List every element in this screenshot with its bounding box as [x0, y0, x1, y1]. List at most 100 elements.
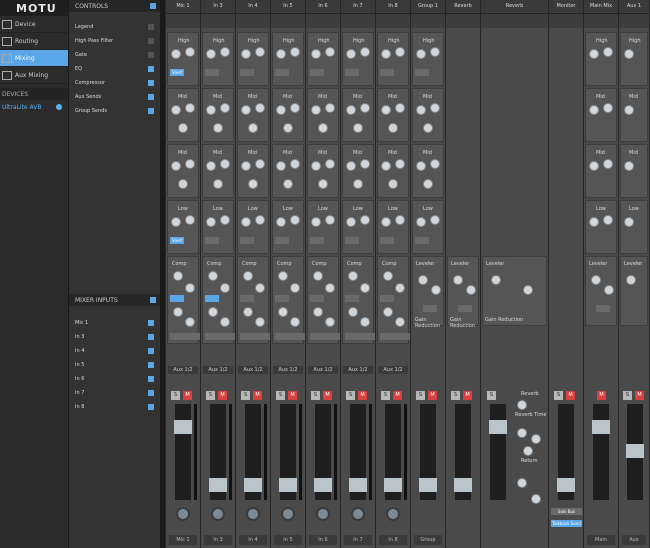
gain-knob[interactable] [276, 161, 286, 171]
thresh-knob[interactable] [208, 271, 218, 281]
mute-button[interactable]: M [635, 391, 644, 400]
fader-cap[interactable] [279, 478, 297, 492]
q-knob[interactable] [353, 179, 363, 189]
gain-knob[interactable] [346, 49, 356, 59]
checkbox-icon[interactable] [148, 348, 154, 354]
q-knob[interactable] [248, 123, 258, 133]
shelf-button[interactable]: Shelf [170, 69, 184, 76]
q-knob[interactable] [283, 179, 293, 189]
freq-knob[interactable] [255, 215, 265, 225]
main-fader[interactable] [592, 404, 610, 500]
input-mic-1[interactable]: Mic 1 [69, 316, 160, 330]
checkbox-icon[interactable] [148, 404, 154, 410]
mute-button[interactable]: M [393, 391, 402, 400]
freq-knob[interactable] [325, 215, 335, 225]
controls-toggle-icon[interactable] [150, 3, 156, 9]
freq-knob[interactable] [603, 103, 613, 113]
attack-knob[interactable] [383, 307, 393, 317]
ratio-knob[interactable] [395, 283, 405, 293]
gain-knob[interactable] [416, 49, 426, 59]
gain-knob[interactable] [241, 49, 251, 59]
volume-fader[interactable] [349, 404, 367, 500]
pan-knob[interactable] [246, 507, 260, 521]
gain-knob[interactable] [241, 161, 251, 171]
gain-knob[interactable] [241, 105, 251, 115]
freq-knob[interactable] [325, 159, 335, 169]
pan-knob[interactable] [281, 507, 295, 521]
freq-knob[interactable] [290, 47, 300, 57]
reverb-return-fader[interactable] [489, 404, 507, 500]
solo-button[interactable]: S [241, 391, 250, 400]
mute-button[interactable]: M [218, 391, 227, 400]
input-in-3[interactable]: In 3 [69, 330, 160, 344]
input-in-4[interactable]: In 4 [69, 344, 160, 358]
control-eq[interactable]: EQ [69, 62, 160, 76]
gain-knob[interactable] [276, 105, 286, 115]
freq-knob[interactable] [603, 159, 613, 169]
reduction-knob[interactable] [523, 285, 533, 295]
shelf-button[interactable] [345, 237, 359, 244]
pan-knob[interactable] [386, 507, 400, 521]
input-in-8[interactable]: In 8 [69, 400, 160, 414]
freq-knob[interactable] [325, 47, 335, 57]
inputs-toggle-icon[interactable] [150, 297, 156, 303]
freq-knob[interactable] [185, 215, 195, 225]
gain-knob[interactable] [624, 217, 634, 227]
solo-button[interactable]: S [346, 391, 355, 400]
comp-enable-button[interactable] [310, 295, 324, 302]
shelf-button[interactable] [415, 237, 429, 244]
freq-knob[interactable] [395, 103, 405, 113]
gain-knob[interactable] [171, 49, 181, 59]
gain-knob[interactable] [206, 161, 216, 171]
shelf-button[interactable] [240, 69, 254, 76]
checkbox-icon[interactable] [148, 80, 154, 86]
leveler-enable-button[interactable] [596, 305, 610, 312]
checkbox-icon[interactable] [148, 390, 154, 396]
release-knob[interactable] [325, 317, 335, 327]
fader-cap[interactable] [489, 420, 507, 434]
attack-knob[interactable] [243, 307, 253, 317]
gain-knob[interactable] [416, 217, 426, 227]
comp-enable-button[interactable] [170, 295, 184, 302]
volume-fader[interactable] [209, 404, 227, 500]
q-knob[interactable] [353, 123, 363, 133]
volume-fader[interactable] [279, 404, 297, 500]
makeup-knob[interactable] [418, 275, 428, 285]
comp-enable-button[interactable] [380, 295, 394, 302]
monitor-fader[interactable] [557, 404, 575, 500]
thresh-knob[interactable] [348, 271, 358, 281]
reverb-send-knob[interactable] [517, 428, 527, 438]
fader-cap[interactable] [419, 478, 437, 492]
q-knob[interactable] [283, 123, 293, 133]
freq-knob[interactable] [360, 215, 370, 225]
mute-button[interactable]: M [597, 391, 606, 400]
comp-enable-button[interactable] [240, 295, 254, 302]
attack-knob[interactable] [278, 307, 288, 317]
fader-cap[interactable] [557, 478, 575, 492]
ratio-knob[interactable] [255, 283, 265, 293]
freq-knob[interactable] [395, 159, 405, 169]
thresh-knob[interactable] [383, 271, 393, 281]
nav-routing[interactable]: Routing [0, 33, 68, 50]
pan-knob[interactable] [211, 507, 225, 521]
freq-knob[interactable] [220, 103, 230, 113]
shelf-button[interactable] [205, 69, 219, 76]
freq-knob[interactable] [430, 215, 440, 225]
freq-knob[interactable] [255, 103, 265, 113]
solo-button[interactable]: S [416, 391, 425, 400]
gain-knob[interactable] [589, 49, 599, 59]
freq-knob[interactable] [395, 47, 405, 57]
talkback-send-button[interactable]: Talkback Send [551, 520, 582, 527]
checkbox-icon[interactable] [148, 108, 154, 114]
q-knob[interactable] [388, 179, 398, 189]
freq-knob[interactable] [430, 47, 440, 57]
volume-fader[interactable] [244, 404, 262, 500]
volume-fader[interactable] [419, 404, 437, 500]
shelf-button[interactable] [275, 69, 289, 76]
checkbox-icon[interactable] [148, 66, 154, 72]
gain-knob[interactable] [206, 105, 216, 115]
freq-knob[interactable] [290, 103, 300, 113]
send-knob[interactable] [517, 478, 527, 488]
freq-knob[interactable] [255, 159, 265, 169]
gain-knob[interactable] [381, 161, 391, 171]
